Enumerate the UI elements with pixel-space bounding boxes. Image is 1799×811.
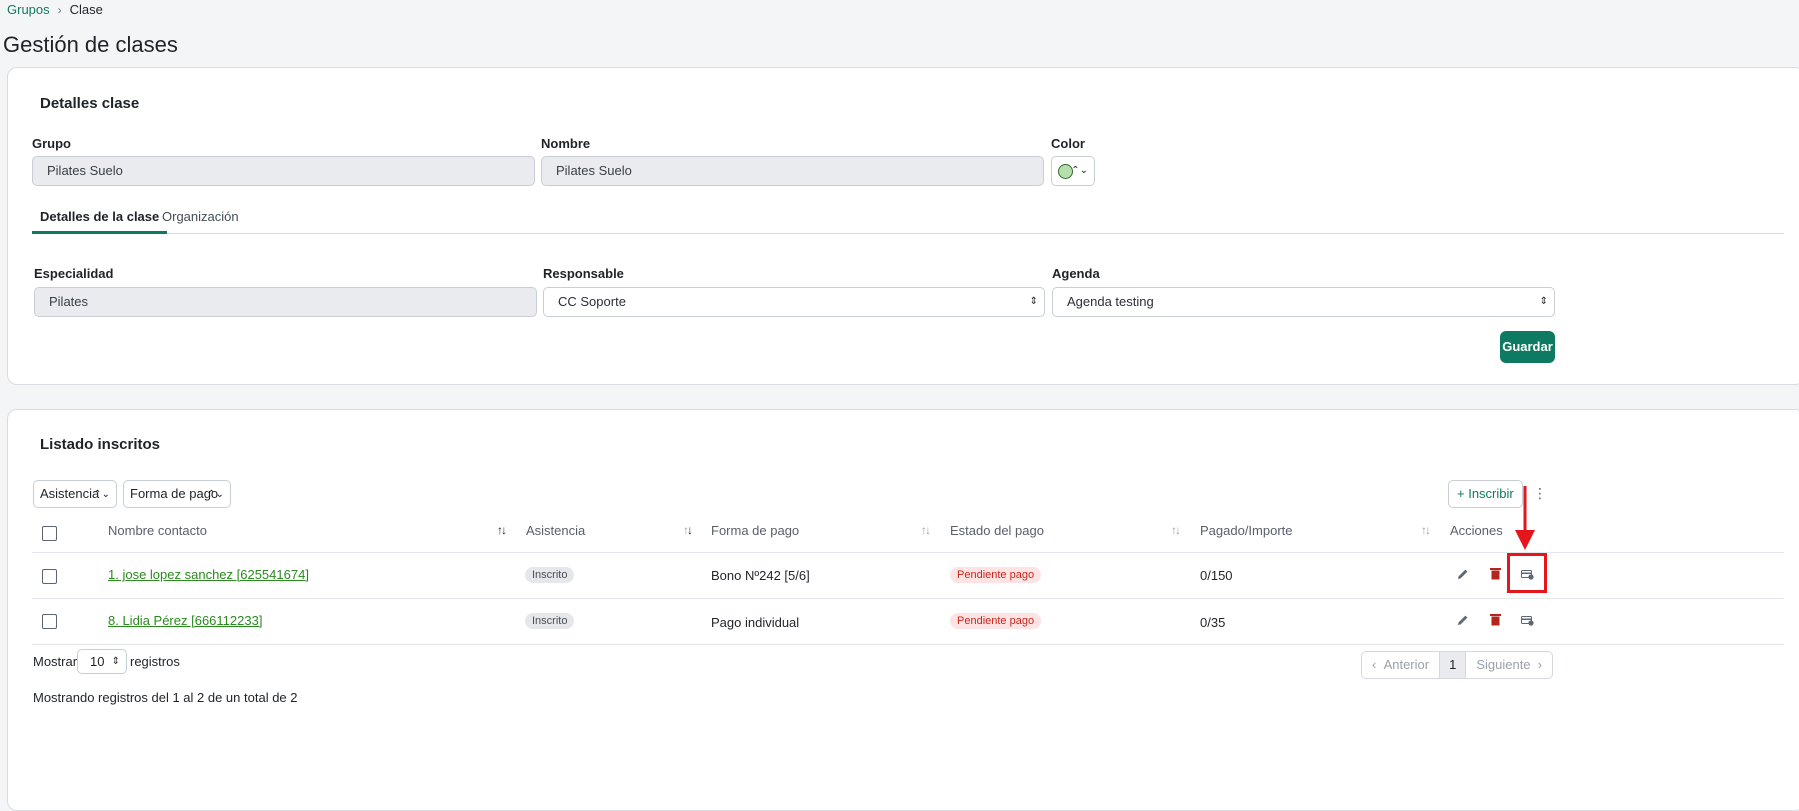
payment-status-badge: Pendiente pago — [950, 567, 1042, 583]
responsible-label: Responsable — [543, 266, 624, 281]
show-label: Mostrar — [33, 654, 78, 669]
chevron-right-icon: › — [57, 2, 62, 17]
tab-detalles-clase[interactable]: Detalles de la clase — [32, 209, 168, 234]
attendance-badge: Inscrito — [525, 613, 575, 629]
attendance-badge: Inscrito — [525, 567, 575, 583]
paid-amount: 0/35 — [1200, 615, 1226, 630]
breadcrumb-current: Clase — [69, 2, 103, 17]
table-row: 1. jose lopez sanchez [625541674] Inscri… — [8, 553, 1568, 598]
tab-organizacion[interactable]: Organización — [162, 209, 239, 231]
delete-icon[interactable] — [1490, 613, 1501, 626]
color-label: Color — [1051, 136, 1085, 151]
payment-method-filter-label: Forma de pago — [130, 486, 219, 501]
records-summary: Mostrando registros del 1 al 2 de un tot… — [33, 690, 298, 705]
enrolled-card-title: Listado inscritos — [40, 436, 161, 453]
select-arrows-icon: ⇕ — [1539, 296, 1548, 307]
sort-icon[interactable]: ↑↓ — [497, 523, 507, 537]
chevron-right-icon: › — [1530, 657, 1543, 672]
attendance-filter[interactable]: Asistencia ⌃⌄ — [33, 480, 117, 508]
payment-method-filter[interactable]: Forma de pago ⌃⌄ — [123, 480, 231, 508]
sort-icon[interactable]: ↑↓ — [683, 523, 693, 537]
pagination-prev[interactable]: ‹ Anterior — [1362, 652, 1439, 678]
pagination-page[interactable]: 1 — [1439, 652, 1467, 678]
agenda-label: Agenda — [1052, 266, 1100, 281]
pagination: ‹ Anterior 1 Siguiente › — [1361, 651, 1554, 679]
page-size-value: 10 — [90, 654, 105, 669]
specialty-label: Especialidad — [34, 266, 114, 281]
select-arrows-icon: ⌃⌄ — [93, 489, 110, 500]
select-arrows-icon: ⇕ — [111, 656, 120, 667]
breadcrumb: Grupos › Clase — [7, 2, 103, 17]
select-arrows-icon: ⌃⌄ — [207, 489, 224, 500]
group-label: Grupo — [32, 136, 71, 151]
select-arrows-icon: ⇕ — [1029, 296, 1038, 307]
row-checkbox[interactable] — [42, 569, 57, 584]
agenda-select[interactable]: Agenda testing ⇕ — [1052, 287, 1555, 317]
col-attendance[interactable]: Asistencia — [526, 523, 585, 538]
col-payment-method[interactable]: Forma de pago — [711, 523, 799, 538]
attendance-filter-label: Asistencia — [40, 486, 100, 501]
save-button[interactable]: Guardar — [1500, 331, 1555, 363]
sort-icon[interactable]: ↑↓ — [1171, 523, 1181, 537]
col-actions: Acciones — [1450, 523, 1503, 538]
annotation-arrow-icon — [1515, 486, 1535, 550]
specialty-field: Pilates — [34, 287, 537, 317]
page-title: Gestión de clases — [3, 32, 178, 57]
page-size-select[interactable]: 10 ⇕ — [77, 649, 127, 674]
table-header: Nombre contacto ↑↓ Asistencia ↑↓ Forma d… — [8, 523, 1568, 543]
col-payment-status[interactable]: Estado del pago — [950, 523, 1044, 538]
row-checkbox[interactable] — [42, 614, 57, 629]
sort-icon[interactable]: ↑↓ — [921, 523, 931, 537]
delete-icon[interactable] — [1490, 567, 1501, 580]
select-all-checkbox[interactable] — [42, 526, 57, 541]
records-label: registros — [130, 654, 180, 669]
group-field: Pilates Suelo — [32, 156, 535, 186]
name-field: Pilates Suelo — [541, 156, 1044, 186]
agenda-value: Agenda testing — [1067, 294, 1154, 309]
responsible-value: CC Soporte — [558, 294, 626, 309]
responsible-select[interactable]: CC Soporte ⇕ — [543, 287, 1045, 317]
name-label: Nombre — [541, 136, 591, 151]
details-card-title: Detalles clase — [40, 95, 140, 112]
class-details-card: Detalles clase Grupo Pilates Suelo Nombr… — [7, 67, 1799, 385]
annotation-highlight-box — [1507, 553, 1547, 593]
pagination-prev-label: Anterior — [1383, 657, 1430, 672]
contact-link[interactable]: 8. Lidia Pérez [666112233] — [108, 613, 262, 628]
col-contact-name[interactable]: Nombre contacto — [108, 523, 207, 538]
color-picker[interactable]: ⌃⌄ — [1051, 156, 1095, 186]
edit-icon[interactable] — [1457, 614, 1469, 626]
payment-method: Bono Nº242 [5/6] — [711, 568, 810, 583]
divider — [32, 644, 1784, 645]
table-row: 8. Lidia Pérez [666112233] Inscrito Pago… — [8, 599, 1568, 644]
sort-icon[interactable]: ↑↓ — [1421, 523, 1431, 537]
pagination-next-label: Siguiente — [1476, 657, 1531, 672]
col-paid-amount[interactable]: Pagado/Importe — [1200, 523, 1293, 538]
edit-icon[interactable] — [1457, 568, 1469, 580]
pagination-next[interactable]: Siguiente › — [1466, 652, 1552, 678]
paid-amount: 0/150 — [1200, 568, 1233, 583]
enrolled-list-card: Listado inscritos Asistencia ⌃⌄ Forma de… — [7, 409, 1799, 811]
breadcrumb-link-grupos[interactable]: Grupos — [7, 2, 50, 17]
select-arrows-icon: ⌃⌄ — [1071, 165, 1088, 176]
payment-icon[interactable] — [1521, 614, 1534, 626]
details-tabs: Detalles de la clase Organización — [32, 209, 1784, 234]
contact-link[interactable]: 1. jose lopez sanchez [625541674] — [108, 567, 309, 582]
chevron-left-icon: ‹ — [1372, 657, 1384, 672]
payment-status-badge: Pendiente pago — [950, 613, 1042, 629]
payment-method: Pago individual — [711, 615, 800, 630]
